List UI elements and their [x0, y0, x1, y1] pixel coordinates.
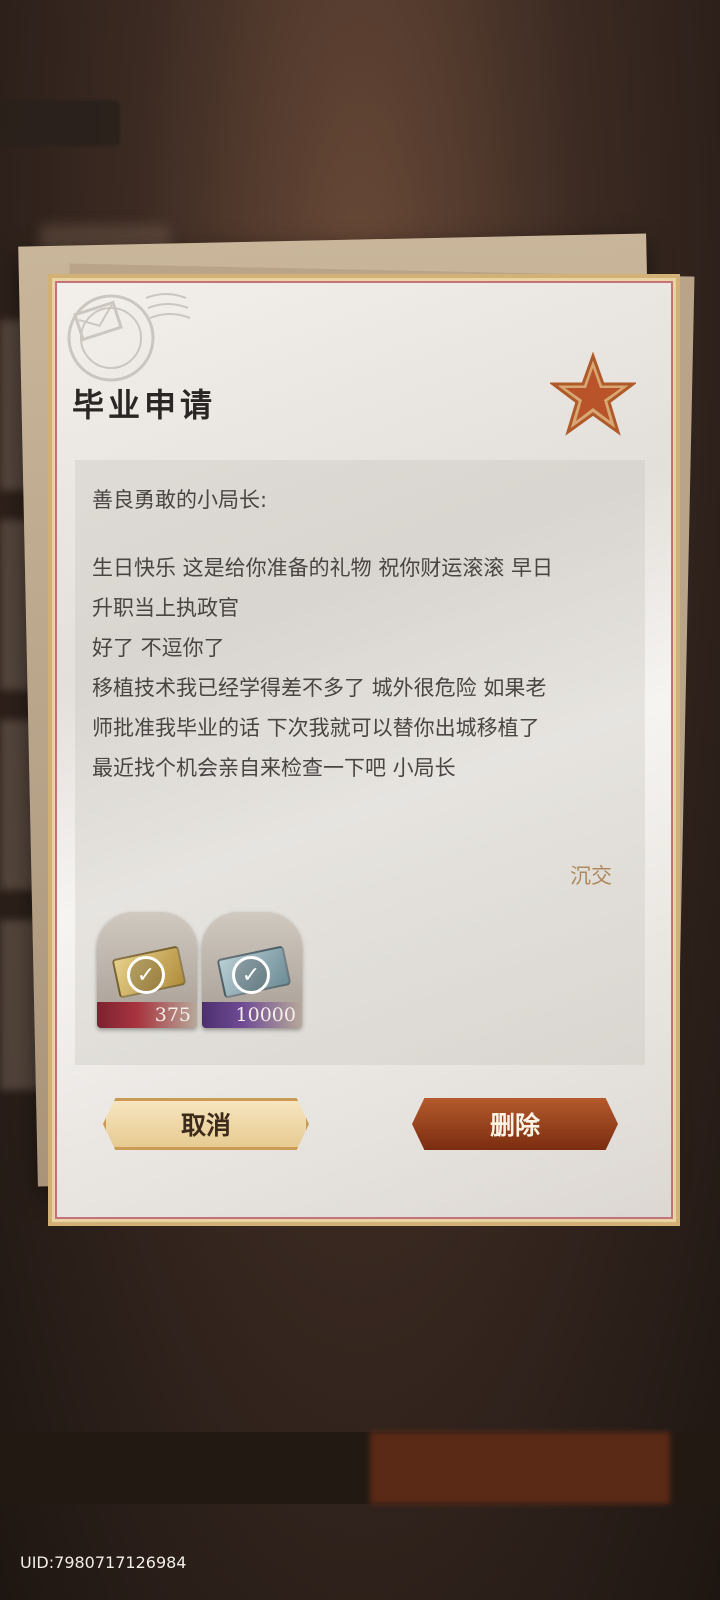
- claimed-check-icon: ✓: [127, 956, 165, 994]
- cancel-button[interactable]: 取消: [103, 1098, 309, 1150]
- letter-body-line: 升职当上执政官: [92, 596, 239, 620]
- letter-body-line: 好了 不逗你了: [92, 636, 225, 660]
- postmark-stamp-icon: [67, 293, 191, 382]
- letter-body-line: 最近找个机会亲自来检查一下吧 小局长: [92, 756, 456, 780]
- attachment-item[interactable]: ✓ 375: [97, 912, 197, 1028]
- attachment-quantity: 10000: [235, 1004, 296, 1026]
- letter-body-line: 生日快乐 这是给你准备的礼物 祝你财运滚滚 早日: [92, 556, 554, 580]
- letter-signature: 沉交: [570, 864, 612, 888]
- attachment-quantity: 375: [154, 1004, 191, 1026]
- background-tab: [30, 1432, 330, 1504]
- user-id-label: UID:7980717126984: [20, 1553, 187, 1572]
- claimed-check-icon: ✓: [232, 956, 270, 994]
- letter-body-line: 移植技术我已经学得差不多了 城外很危险 如果老: [92, 676, 547, 700]
- star-badge-icon: [550, 352, 636, 436]
- letter-title: 毕业申请: [72, 386, 217, 424]
- background-tab-bar: [0, 1432, 720, 1504]
- delete-button[interactable]: 删除: [412, 1098, 618, 1150]
- background-tab-active: [370, 1432, 670, 1504]
- background-back-button: [0, 100, 120, 146]
- attachment-item[interactable]: ✓ 10000: [202, 912, 302, 1028]
- letter-greeting: 善良勇敢的小局长:: [92, 488, 268, 512]
- letter-body-line: 师批准我毕业的话 下次我就可以替你出城移植了: [92, 716, 540, 740]
